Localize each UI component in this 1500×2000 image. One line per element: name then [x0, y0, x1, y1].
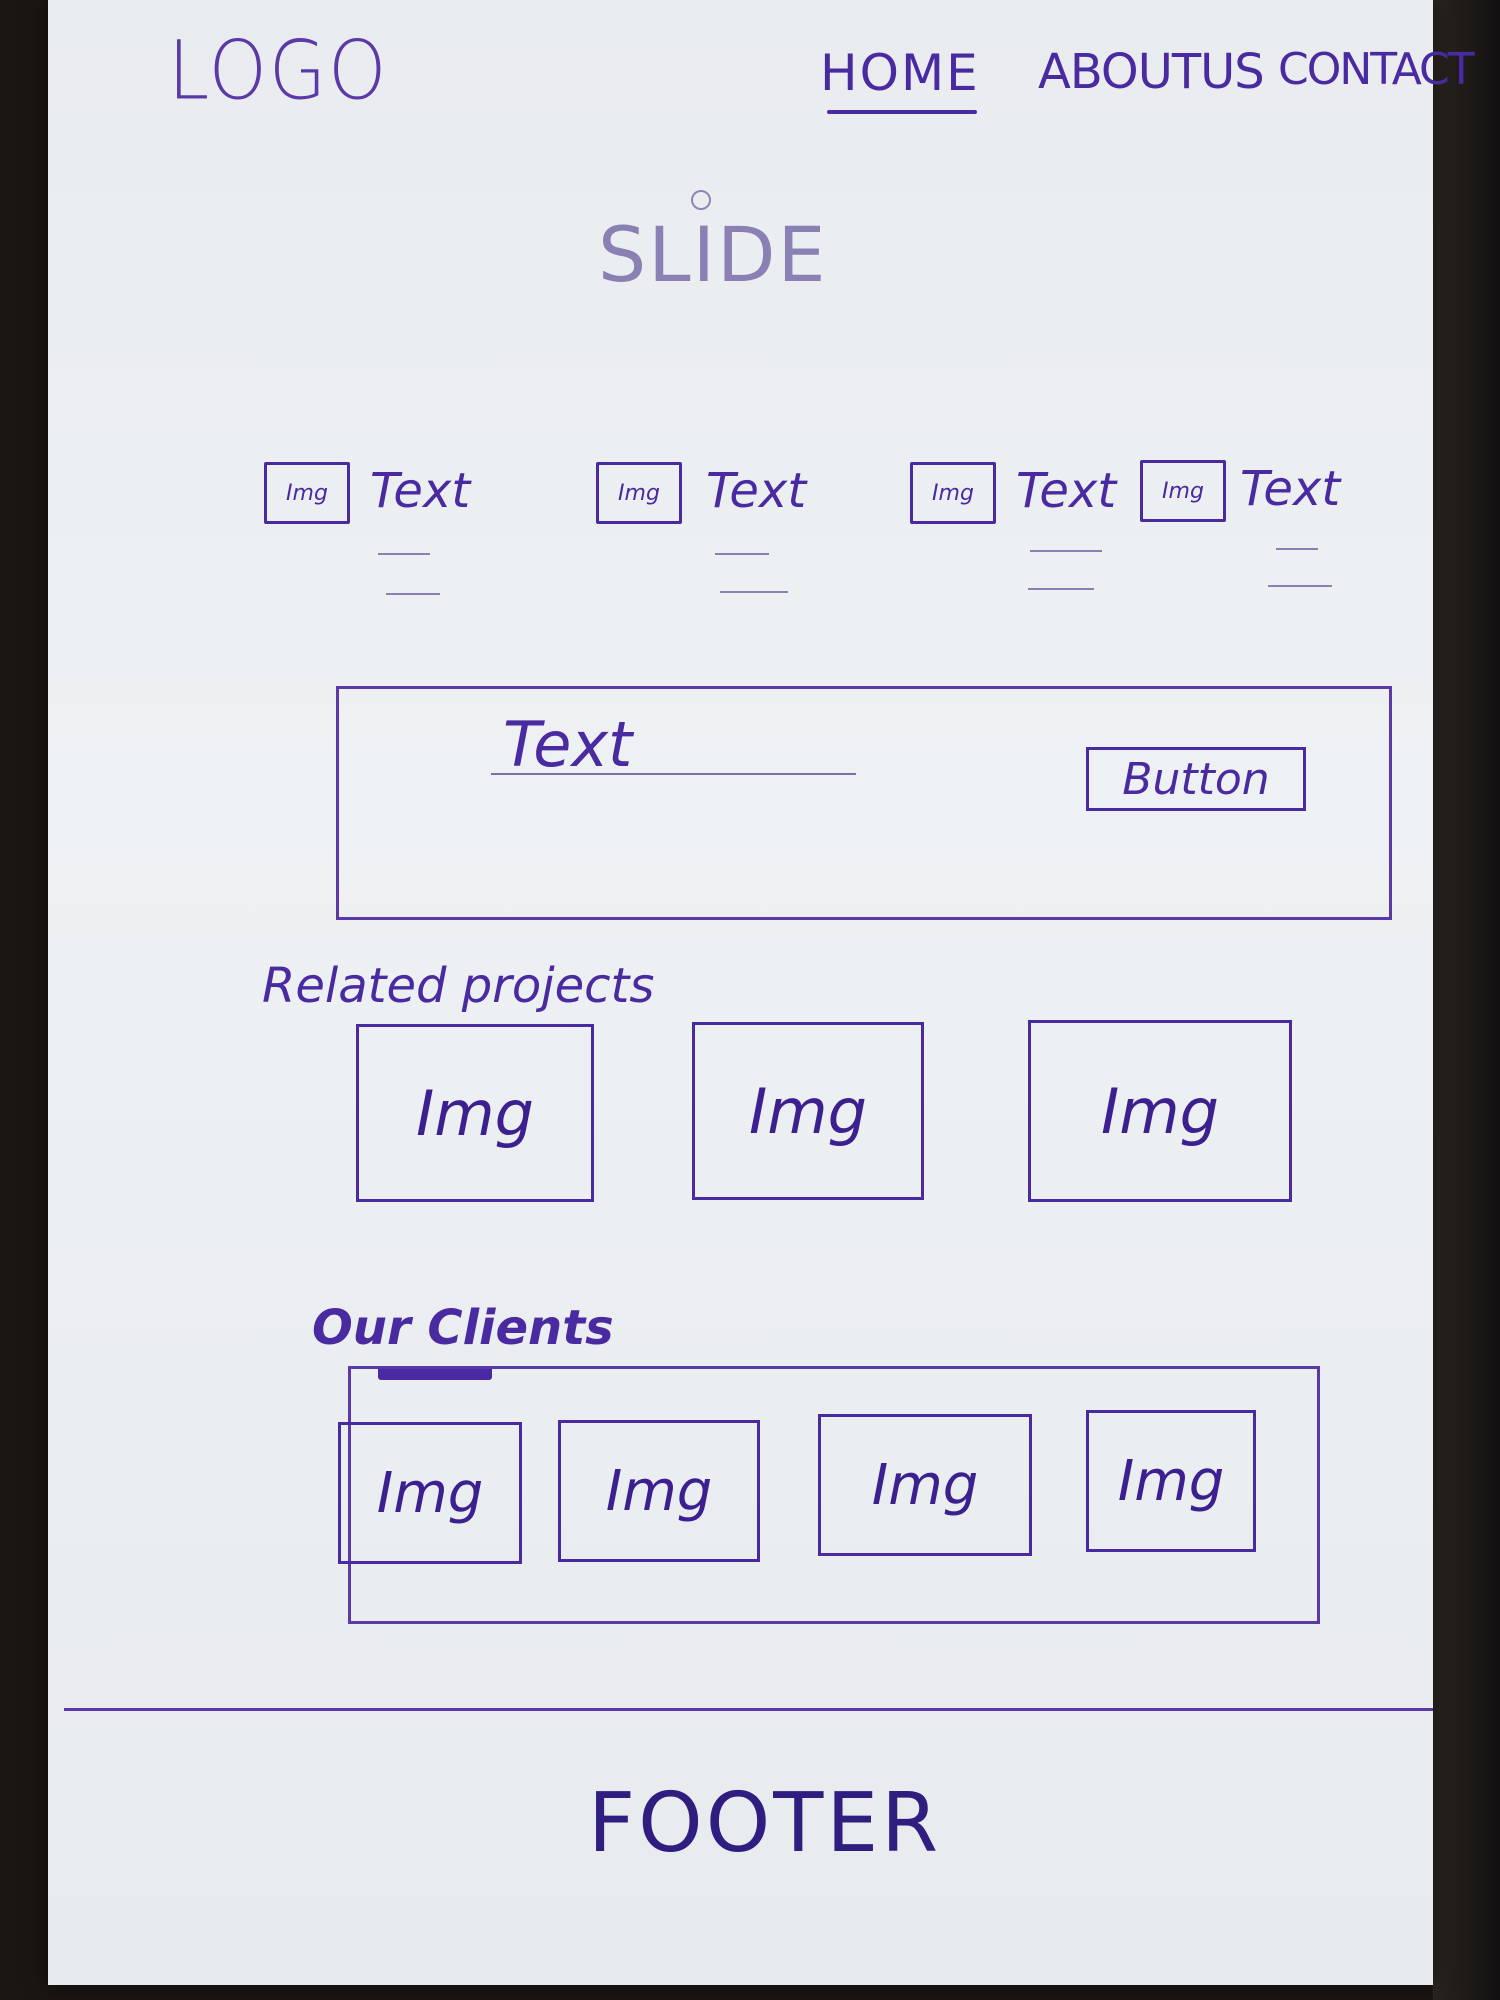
feature-text-1: Text — [370, 463, 471, 519]
feature-text-line — [720, 591, 788, 593]
feature-image-1: Img — [264, 462, 350, 524]
feature-text-line — [715, 553, 769, 555]
project-card-2[interactable]: Img — [692, 1022, 924, 1200]
feature-text-line — [378, 553, 430, 555]
feature-text-2: Text — [706, 463, 807, 519]
project-card-1[interactable]: Img — [356, 1024, 594, 1202]
feature-text-line — [1028, 588, 1094, 590]
feature-text-line — [1030, 550, 1102, 552]
nav-link-contact[interactable]: CONTACT — [1278, 44, 1475, 95]
site-footer: FOOTER — [588, 1776, 942, 1871]
hero-slider[interactable]: SLIDE — [598, 210, 828, 299]
cta-text: Text — [503, 708, 633, 781]
client-logo-2[interactable]: Img — [558, 1420, 760, 1562]
feature-text-3: Text — [1016, 463, 1117, 519]
feature-text-line — [386, 593, 440, 595]
slider-indicator-dot[interactable] — [691, 190, 711, 210]
feature-text-line — [1268, 585, 1332, 587]
nav-link-home[interactable]: HOME — [820, 44, 980, 102]
feature-text-line — [1276, 548, 1318, 550]
related-projects-title: Related projects — [262, 958, 655, 1014]
cta-button[interactable]: Button — [1086, 747, 1306, 811]
client-logo-3[interactable]: Img — [818, 1414, 1032, 1556]
feature-text-4: Text — [1240, 461, 1341, 517]
nav-link-about[interactable]: ABOUTUS — [1038, 44, 1265, 100]
feature-image-2: Img — [596, 462, 682, 524]
cta-text-underline — [491, 773, 856, 775]
project-card-3[interactable]: Img — [1028, 1020, 1292, 1202]
feature-image-3: Img — [910, 462, 996, 524]
footer-divider — [64, 1708, 1433, 1711]
client-logo-1[interactable]: Img — [338, 1422, 522, 1564]
wireframe-sheet: LOGO HOME ABOUTUS CONTACT SLIDE Img Text… — [48, 0, 1475, 1985]
nav-active-indicator — [827, 110, 977, 114]
our-clients-title: Our Clients — [312, 1300, 614, 1356]
feature-image-4: Img — [1140, 460, 1226, 522]
client-logo-4[interactable]: Img — [1086, 1410, 1256, 1552]
background-edge — [1433, 0, 1500, 2000]
site-logo[interactable]: LOGO — [168, 24, 388, 119]
